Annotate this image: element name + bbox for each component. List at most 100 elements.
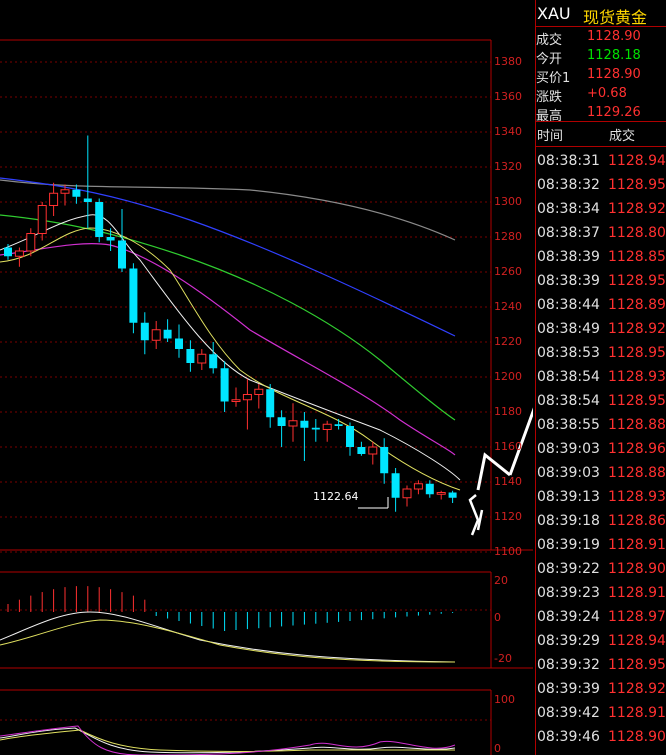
candle xyxy=(151,321,161,349)
tick-time: 08:39:03 xyxy=(537,465,600,481)
tick-row[interactable]: 08:38:39 1128.95 xyxy=(535,270,666,294)
tick-row[interactable]: 08:39:23 1128.91 xyxy=(535,582,666,606)
tick-row[interactable]: 08:39:42 1128.91 xyxy=(535,702,666,726)
ma-gray-line xyxy=(0,179,456,241)
tick-time: 08:39:13 xyxy=(537,489,600,505)
tick-row[interactable]: 08:39:24 1128.97 xyxy=(535,606,666,630)
kdj-tick-100: 100 xyxy=(494,693,515,706)
candle xyxy=(95,198,104,243)
quote-side-panel: XAU 现货黄金 成交 1128.90 今开 1128.18 买价1 1128.90 涨跌 +… xyxy=(535,0,666,755)
price-tick: 1340 xyxy=(494,125,522,138)
tick-price: 1128.91 xyxy=(608,537,666,553)
tick-time: 08:39:03 xyxy=(537,441,600,457)
tick-time: 08:38:34 xyxy=(537,201,600,217)
candle xyxy=(231,387,241,407)
macd-tick-20: 20 xyxy=(494,574,508,587)
tick-row[interactable]: 08:39:13 1128.93 xyxy=(535,486,666,510)
quote-value: 1129.26 xyxy=(587,105,641,120)
tick-row[interactable]: 08:39:03 1128.96 xyxy=(535,438,666,462)
tick-price: 1128.94 xyxy=(608,153,666,169)
tick-row[interactable]: 08:38:34 1128.92 xyxy=(535,198,666,222)
candle xyxy=(448,490,457,503)
low-price-label: 1122.64 xyxy=(313,490,359,503)
tick-row[interactable]: 08:38:31 1128.94 xyxy=(535,150,666,174)
candle xyxy=(288,403,298,442)
tick-time: 08:39:23 xyxy=(537,585,600,601)
tick-time: 08:39:29 xyxy=(537,633,600,649)
tick-row[interactable]: 08:38:37 1128.80 xyxy=(535,222,666,246)
macd-tick-neg20: -20 xyxy=(494,652,512,665)
candle xyxy=(368,441,378,465)
tick-price: 1128.91 xyxy=(608,705,666,721)
tick-row[interactable]: 08:38:44 1128.89 xyxy=(535,294,666,318)
quote-value: 1128.90 xyxy=(587,67,641,82)
symbol-name: 现货黄金 xyxy=(583,8,648,27)
tick-price: 1128.97 xyxy=(608,609,666,625)
tick-time: 08:39:18 xyxy=(537,513,600,529)
candle xyxy=(254,384,264,409)
candle xyxy=(391,468,400,512)
candle xyxy=(175,324,183,358)
ma-white-line xyxy=(0,214,461,481)
tick-price: 1128.95 xyxy=(608,657,666,673)
candle xyxy=(186,340,195,372)
tick-row[interactable]: 08:38:53 1128.95 xyxy=(535,342,666,366)
tick-row[interactable]: 08:38:55 1128.88 xyxy=(535,414,666,438)
candle xyxy=(357,441,366,456)
tick-row[interactable]: 08:38:32 1128.95 xyxy=(535,174,666,198)
tick-time: 08:38:54 xyxy=(537,393,600,409)
quote-label: 今开 xyxy=(536,52,563,67)
tick-price: 1128.92 xyxy=(608,321,666,337)
price-tick: 1300 xyxy=(494,195,522,208)
quote-value: 1128.18 xyxy=(587,48,641,63)
candle xyxy=(72,184,81,204)
tick-price: 1128.95 xyxy=(608,177,666,193)
tick-price: 1128.88 xyxy=(608,465,666,481)
tick-price: 1128.95 xyxy=(608,393,666,409)
tick-row[interactable]: 08:39:18 1128.86 xyxy=(535,510,666,534)
candle xyxy=(118,209,126,272)
tick-row[interactable]: 08:39:39 1128.92 xyxy=(535,678,666,702)
tick-row[interactable]: 08:39:29 1128.94 xyxy=(535,630,666,654)
candle xyxy=(334,419,343,430)
tick-row[interactable]: 08:39:03 1128.88 xyxy=(535,462,666,486)
tick-price: 1128.96 xyxy=(608,441,666,457)
quote-label: 买价1 xyxy=(536,71,571,86)
tick-row[interactable]: 08:38:54 1128.93 xyxy=(535,366,666,390)
quote-value: 1128.90 xyxy=(587,29,641,44)
candle xyxy=(266,384,275,428)
tick-row[interactable]: 08:39:46 1128.90 xyxy=(535,726,666,750)
quote-label: 涨跌 xyxy=(536,90,563,105)
kdj-d-line xyxy=(0,729,455,752)
price-tick: 1140 xyxy=(494,475,522,488)
tick-time: 08:39:46 xyxy=(537,729,600,745)
quote-row: 今开 1128.18 xyxy=(535,47,666,67)
price-tick: 1260 xyxy=(494,265,522,278)
ticks-header-price: 成交 xyxy=(609,129,636,144)
tick-price: 1128.85 xyxy=(608,249,666,265)
candle xyxy=(197,349,207,370)
quote-title-bar: XAU 现货黄金 xyxy=(535,0,666,27)
tick-price: 1128.92 xyxy=(608,681,666,697)
tick-row[interactable]: 08:39:22 1128.90 xyxy=(535,558,666,582)
candle xyxy=(140,312,149,355)
candle xyxy=(380,438,389,484)
tick-row[interactable]: 08:38:39 1128.85 xyxy=(535,246,666,270)
candle xyxy=(37,202,47,241)
tick-price: 1128.91 xyxy=(608,585,666,601)
tick-row[interactable]: 08:38:54 1128.95 xyxy=(535,390,666,414)
candle xyxy=(322,420,332,442)
quote-row: 买价1 1128.90 xyxy=(535,66,666,86)
tick-row[interactable]: 08:38:49 1128.92 xyxy=(535,318,666,342)
tick-price: 1128.93 xyxy=(608,369,666,385)
candles-group xyxy=(4,135,457,512)
tick-time: 08:38:55 xyxy=(537,417,600,433)
tick-time: 08:39:19 xyxy=(537,537,600,553)
price-tick: 1180 xyxy=(494,405,522,418)
tick-row[interactable]: 08:39:32 1128.95 xyxy=(535,654,666,678)
price-tick: 1280 xyxy=(494,230,522,243)
candlestick-chart[interactable]: 1122.64 xyxy=(0,0,533,755)
tick-row[interactable]: 08:39:19 1128.91 xyxy=(535,534,666,558)
tick-price: 1128.95 xyxy=(608,273,666,289)
macd-dif-line xyxy=(0,611,456,663)
